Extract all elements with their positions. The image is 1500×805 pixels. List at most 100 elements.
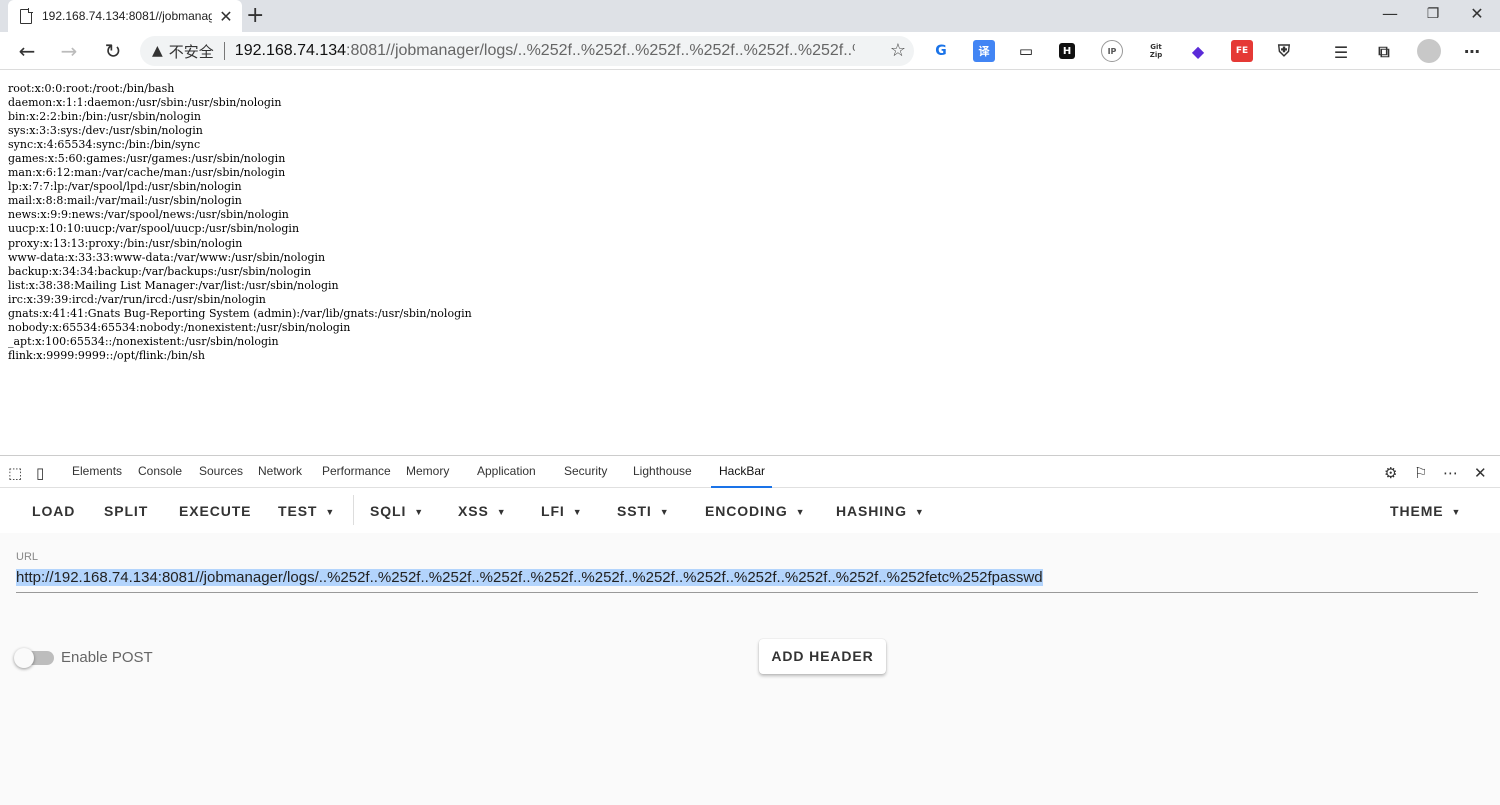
tab-performance[interactable]: Performance	[322, 464, 391, 478]
tab-title: 192.168.74.134:8081//jobmanager/logs/..%…	[42, 9, 212, 23]
collections-icon[interactable]: ⧉	[1373, 41, 1395, 63]
url-text[interactable]: 192.168.74.134:8081//jobmanager/logs/..%…	[235, 42, 855, 60]
passwd-line: root:x:0:0:root:/root:/bin/bash	[8, 82, 175, 95]
url-path: :8081//jobmanager/logs/..%252f..%252f..%…	[346, 42, 855, 59]
passwd-line: news:x:9:9:news:/var/spool/news:/usr/sbi…	[8, 208, 289, 222]
restore-icon[interactable]: ❐	[1413, 6, 1453, 22]
diamond-extension-icon[interactable]: ◆	[1187, 40, 1209, 62]
tab-strip: 192.168.74.134:8081//jobmanager/logs/..%…	[0, 0, 1500, 32]
passwd-line: backup:x:34:34:backup:/var/backups:/usr/…	[8, 264, 312, 278]
devtools-tabbar: ⬚ ▯ Elements Console Sources Network Per…	[0, 455, 1500, 488]
load-button[interactable]: LOAD	[32, 503, 75, 519]
profile-avatar[interactable]	[1417, 39, 1441, 63]
insecure-label[interactable]: 不安全	[169, 41, 214, 62]
more-menu-icon[interactable]: ⋯	[1461, 40, 1483, 62]
address-divider	[223, 42, 225, 60]
back-arrow-icon[interactable]: ←	[14, 38, 40, 64]
gear-icon[interactable]: ⚙	[1384, 464, 1397, 482]
execute-button[interactable]: EXECUTE	[179, 503, 251, 519]
close-devtools-icon[interactable]: ✕	[1474, 464, 1487, 482]
passwd-line: flink:x:9999:9999::/opt/flink:/bin/sh	[8, 348, 205, 362]
passwd-line: games:x:5:60:games:/usr/games:/usr/sbin/…	[8, 152, 286, 166]
warning-icon: ▲	[152, 43, 163, 59]
passwd-line: irc:x:39:39:ircd:/var/run/ircd:/usr/sbin…	[8, 292, 266, 306]
tab-lighthouse[interactable]: Lighthouse	[633, 464, 692, 478]
url-value: http://192.168.74.134:8081//jobmanager/l…	[16, 569, 1043, 586]
test-dropdown[interactable]: TEST ▼	[278, 503, 335, 519]
passwd-line: man:x:6:12:man:/var/cache/man:/usr/sbin/…	[8, 166, 286, 180]
feedback-icon[interactable]: ⚐	[1414, 464, 1427, 482]
sqli-dropdown[interactable]: SQLI ▼	[370, 503, 424, 519]
caret-down-icon: ▼	[795, 507, 806, 518]
forward-arrow-icon[interactable]: →	[56, 38, 82, 64]
document-icon	[20, 8, 33, 24]
xss-dropdown[interactable]: XSS ▼	[458, 503, 507, 519]
url-textarea[interactable]: http://192.168.74.134:8081//jobmanager/l…	[16, 567, 1478, 593]
passwd-line: sys:x:3:3:sys:/dev:/usr/sbin/nologin	[8, 124, 203, 138]
address-bar[interactable]: ▲ 不安全 192.168.74.134:8081//jobmanager/lo…	[140, 36, 914, 66]
caret-down-icon: ▼	[1451, 507, 1462, 518]
passwd-line: proxy:x:13:13:proxy:/bin:/usr/sbin/nolog…	[8, 236, 243, 250]
tab-sources[interactable]: Sources	[199, 464, 243, 478]
translate-extension-icon[interactable]: 译	[973, 40, 995, 62]
passwd-line: www-data:x:33:33:www-data:/var/www:/usr/…	[8, 250, 326, 264]
hackbar-menu: LOAD SPLIT EXECUTE TEST ▼ SQLI ▼ XSS ▼ LFI ▼…	[0, 489, 1500, 533]
new-tab-icon[interactable]: +	[246, 3, 264, 28]
shield-extension-icon[interactable]: ⛨	[1273, 40, 1295, 62]
close-tab-icon[interactable]: ✕	[218, 7, 234, 26]
encoding-dropdown[interactable]: ENCODING ▼	[705, 503, 805, 519]
toggle-knob	[14, 648, 34, 668]
inspect-element-icon[interactable]: ⬚	[8, 464, 22, 482]
ssti-dropdown[interactable]: SSTI ▼	[617, 503, 670, 519]
hackbar-body: URL http://192.168.74.134:8081//jobmanag…	[0, 533, 1500, 805]
browser-tab[interactable]: 192.168.74.134:8081//jobmanager/logs/..%…	[8, 0, 242, 32]
reading-list-icon[interactable]: ☰	[1330, 41, 1352, 63]
passwd-line: bin:x:2:2:bin:/bin:/usr/sbin/nologin	[8, 110, 201, 124]
gitzip-extension-icon[interactable]: Git Zip	[1144, 40, 1168, 62]
url-host: 192.168.74.134	[234, 42, 347, 59]
theme-dropdown[interactable]: THEME ▼	[1390, 503, 1461, 519]
caret-down-icon: ▼	[572, 507, 583, 518]
tab-application[interactable]: Application	[477, 464, 536, 478]
fe-extension-icon[interactable]: FE	[1231, 40, 1253, 62]
favorite-star-icon[interactable]: ☆	[890, 40, 906, 61]
caret-down-icon: ▼	[325, 507, 336, 518]
tab-network[interactable]: Network	[258, 464, 302, 478]
passwd-line: mail:x:8:8:mail:/var/mail:/usr/sbin/nolo…	[8, 194, 242, 208]
enable-post-toggle[interactable]	[14, 648, 54, 668]
ip-extension-icon[interactable]: IP	[1101, 40, 1123, 62]
tab-hackbar[interactable]: HackBar	[719, 464, 765, 478]
caret-down-icon: ▼	[414, 507, 425, 518]
laptop-extension-icon[interactable]: ▭	[1015, 40, 1037, 62]
url-field-label: URL	[16, 551, 39, 563]
passwd-line: daemon:x:1:1:daemon:/usr/sbin:/usr/sbin/…	[8, 96, 282, 110]
minimize-icon[interactable]: —	[1370, 4, 1410, 23]
passwd-line: sync:x:4:65534:sync:/bin:/bin/sync	[8, 138, 201, 152]
passwd-line: gnats:x:41:41:Gnats Bug-Reporting System…	[8, 306, 472, 320]
tab-console[interactable]: Console	[138, 464, 182, 478]
page-content: root:x:0:0:root:/root:/bin/bash daemon:x:…	[8, 82, 1488, 452]
device-toolbar-icon[interactable]: ▯	[36, 464, 44, 482]
lfi-dropdown[interactable]: LFI ▼	[541, 503, 583, 519]
caret-down-icon: ▼	[496, 507, 507, 518]
caret-down-icon: ▼	[659, 507, 670, 518]
passwd-line: list:x:38:38:Mailing List Manager:/var/l…	[8, 278, 339, 292]
tab-elements[interactable]: Elements	[72, 464, 122, 478]
add-header-button[interactable]: ADD HEADER	[759, 639, 886, 674]
devtools-more-icon[interactable]: ⋯	[1443, 464, 1458, 482]
caret-down-icon: ▼	[914, 507, 925, 518]
window-close-icon[interactable]: ✕	[1457, 4, 1497, 23]
active-tab-indicator	[711, 486, 772, 488]
passwd-line: _apt:x:100:65534::/nonexistent:/usr/sbin…	[8, 334, 279, 348]
tab-memory[interactable]: Memory	[406, 464, 449, 478]
menu-divider	[353, 495, 354, 525]
extension-g-icon[interactable]: G	[930, 40, 952, 62]
tab-security[interactable]: Security	[564, 464, 607, 478]
passwd-line: lp:x:7:7:lp:/var/spool/lpd:/usr/sbin/nol…	[8, 180, 242, 194]
passwd-line: nobody:x:65534:65534:nobody:/nonexistent…	[8, 320, 351, 334]
passwd-line: uucp:x:10:10:uucp:/var/spool/uucp:/usr/s…	[8, 222, 300, 236]
split-button[interactable]: SPLIT	[104, 503, 148, 519]
hashing-dropdown[interactable]: HASHING ▼	[836, 503, 925, 519]
reload-icon[interactable]: ↻	[100, 38, 126, 64]
hackbar-extension-icon[interactable]: H	[1059, 43, 1075, 59]
